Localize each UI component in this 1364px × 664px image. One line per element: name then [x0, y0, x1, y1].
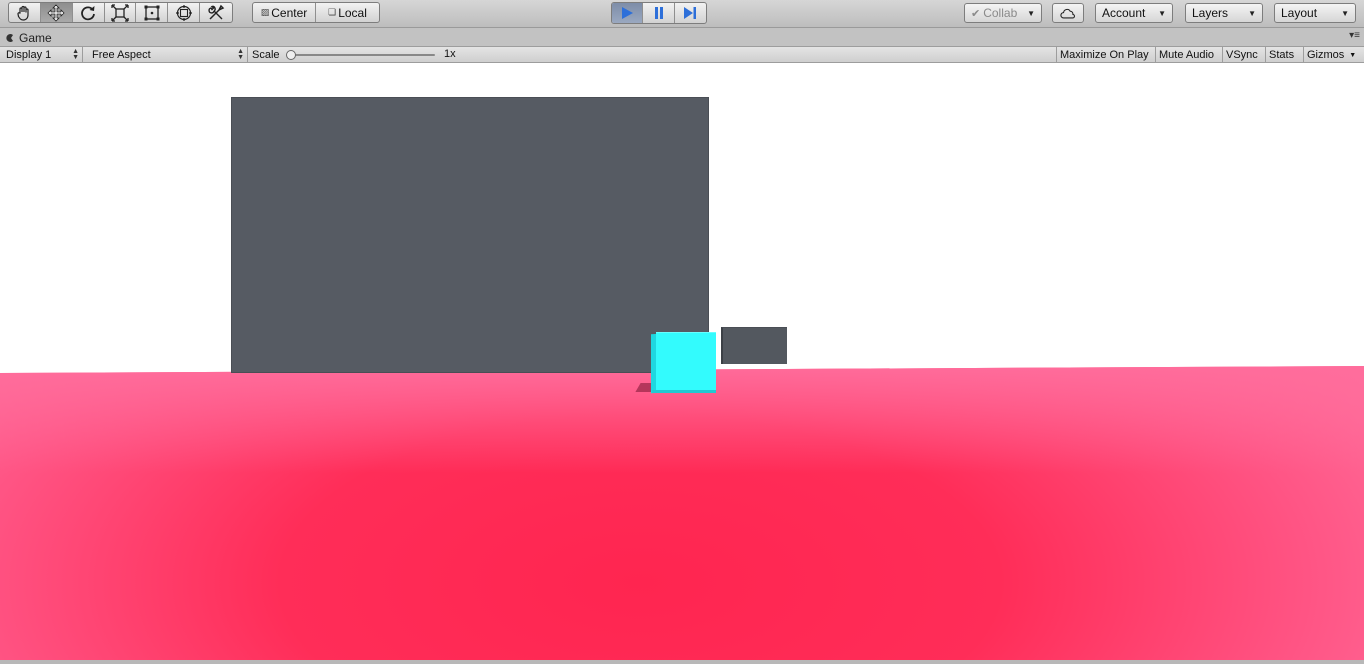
layers-dropdown[interactable]: Layers ▼ — [1185, 3, 1263, 23]
chevron-down-icon: ▼ — [1248, 8, 1256, 18]
game-viewport[interactable] — [0, 63, 1364, 660]
rotate-icon — [81, 5, 96, 20]
play-icon — [622, 7, 634, 19]
large-wall — [231, 97, 709, 373]
gizmos-label: Gizmos — [1307, 49, 1345, 61]
scale-tool-button[interactable] — [105, 3, 137, 22]
collab-label: Collab — [983, 6, 1018, 20]
step-button[interactable] — [675, 3, 706, 23]
play-controls — [611, 2, 707, 24]
pivot-rotation-label: Local — [338, 5, 367, 20]
layout-dropdown[interactable]: Layout ▼ — [1274, 3, 1356, 23]
cube-bottom-edge — [652, 390, 716, 393]
pivot-center-icon: ▨ — [260, 7, 270, 17]
pivot-center-button[interactable]: ▨ Center — [253, 3, 317, 22]
layout-label: Layout — [1281, 6, 1318, 20]
updown-arrows-icon: ▲ ▼ — [237, 48, 244, 61]
hand-icon — [17, 5, 30, 21]
local-cube-icon: ❏ — [328, 7, 337, 17]
transform-icon — [175, 4, 192, 21]
scale-label: Scale — [252, 49, 280, 61]
bottom-border — [0, 660, 1364, 664]
aspect-label: Free Aspect — [92, 49, 151, 61]
maximize-on-play-toggle[interactable]: Maximize On Play — [1056, 47, 1156, 63]
vsync-toggle[interactable]: VSync — [1222, 47, 1265, 63]
pause-button[interactable] — [643, 3, 675, 23]
game-view-toolbar: Display 1 ▲ ▼ Free Aspect ▲ ▼ Scale 1x Max… — [0, 46, 1364, 63]
tools-icon — [208, 4, 225, 20]
maximize-label: Maximize On Play — [1060, 49, 1149, 61]
chevron-down-icon: ▼ — [1349, 51, 1357, 59]
mute-audio-toggle[interactable]: Mute Audio — [1155, 47, 1222, 63]
scale-control: Scale 1x — [248, 47, 468, 63]
scale-slider-track[interactable] — [290, 54, 435, 56]
scale-icon — [111, 3, 129, 22]
tab-game-label: Game — [19, 31, 52, 45]
chevron-down-icon: ▼ — [1158, 8, 1166, 18]
game-controller-icon — [6, 34, 13, 42]
rect-tool-button[interactable] — [136, 3, 169, 22]
vsync-label: VSync — [1226, 49, 1258, 61]
main-toolbar: ▨ Center ❏ Local ✔ Collab ▼ Account ▼ La… — [0, 0, 1364, 28]
small-wall — [721, 327, 787, 364]
tab-menu-icon[interactable]: ▾≡ — [1349, 30, 1360, 41]
scale-value: 1x — [444, 48, 456, 60]
check-icon: ✔ — [971, 8, 981, 20]
aspect-dropdown[interactable]: Free Aspect ▲ ▼ — [88, 47, 248, 63]
transform-tool-button[interactable] — [168, 3, 201, 22]
scale-slider-thumb[interactable] — [286, 50, 296, 60]
account-label: Account — [1102, 6, 1146, 20]
player-cube — [656, 332, 716, 393]
transform-tools — [8, 2, 233, 23]
cloud-icon — [1060, 8, 1075, 18]
chevron-down-icon: ▼ — [1027, 8, 1035, 18]
pivot-controls: ▨ Center ❏ Local — [252, 2, 380, 23]
pivot-rotation-button[interactable]: ❏ Local — [316, 3, 379, 22]
mute-label: Mute Audio — [1159, 49, 1215, 61]
rotate-tool-button[interactable] — [73, 3, 105, 22]
ground-highlight — [0, 366, 1364, 660]
tab-bar: Game ▾≡ — [0, 28, 1364, 46]
layers-label: Layers — [1192, 6, 1229, 20]
account-dropdown[interactable]: Account ▼ — [1095, 3, 1173, 23]
display-label: Display 1 — [6, 49, 52, 61]
pause-icon — [654, 7, 663, 19]
stats-toggle[interactable]: Stats — [1265, 47, 1303, 63]
custom-tool-button[interactable] — [200, 3, 232, 22]
hand-tool-button[interactable] — [9, 3, 41, 22]
pivot-center-label: Center — [271, 5, 308, 20]
step-icon — [684, 7, 697, 19]
move-icon — [47, 3, 65, 22]
tab-game[interactable]: Game — [6, 31, 52, 45]
move-tool-button[interactable] — [40, 3, 73, 22]
gizmos-dropdown[interactable]: Gizmos ▼ — [1303, 47, 1364, 63]
collab-button[interactable]: ✔ Collab ▼ — [964, 3, 1042, 23]
play-button[interactable] — [612, 3, 644, 23]
rect-icon — [144, 5, 160, 20]
cloud-button[interactable] — [1052, 3, 1084, 23]
updown-arrows-icon: ▲ ▼ — [72, 48, 79, 61]
display-dropdown[interactable]: Display 1 ▲ ▼ — [2, 47, 83, 63]
stats-label: Stats — [1269, 49, 1295, 61]
chevron-down-icon: ▼ — [1341, 8, 1349, 18]
